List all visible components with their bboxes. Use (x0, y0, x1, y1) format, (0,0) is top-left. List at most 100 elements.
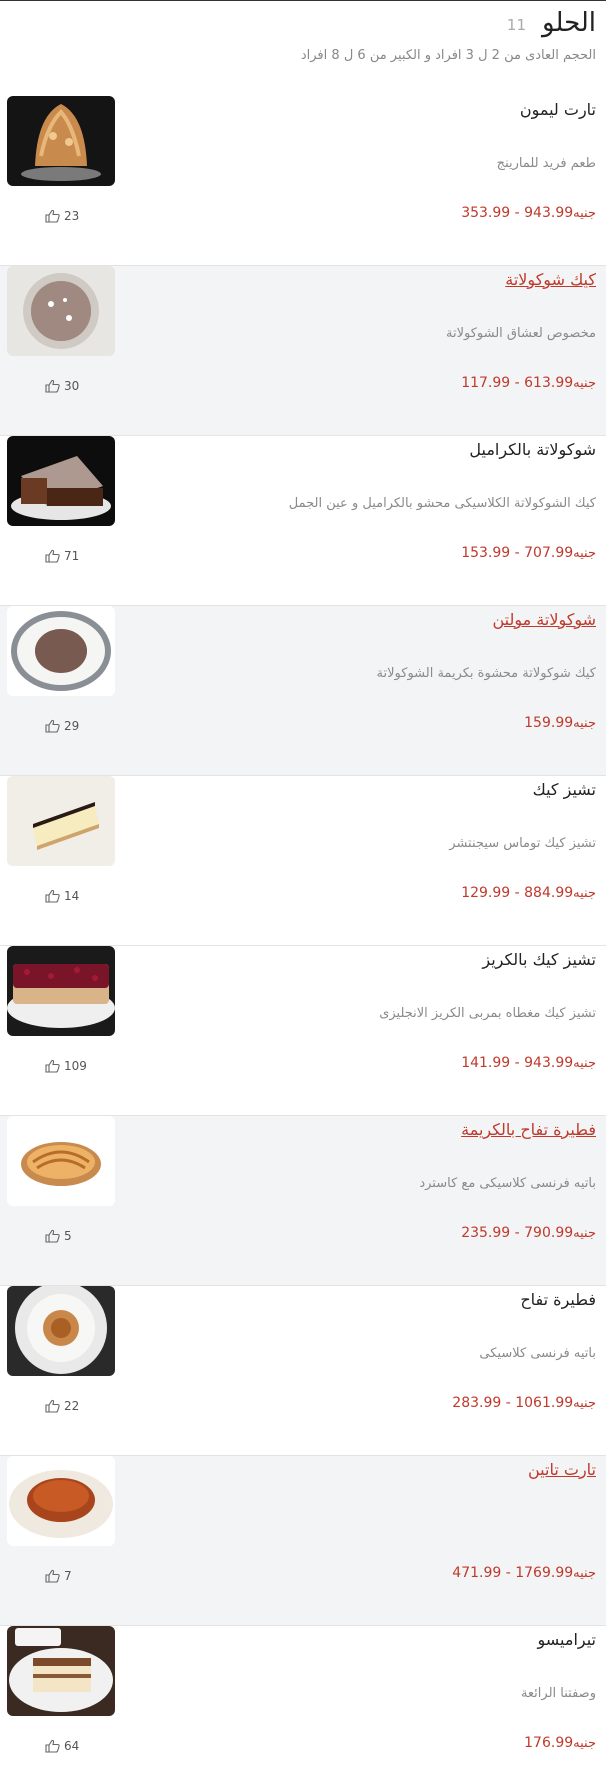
currency-label: جنيه (573, 1736, 596, 1751)
menu-item[interactable]: فطيرة تفاح بالكريمة باتيه فرنسى كلاسيكى م… (0, 1116, 606, 1286)
item-image[interactable] (7, 1286, 115, 1376)
molten-cake-image (7, 606, 115, 696)
thumbs-up-icon (45, 719, 61, 733)
price-range: 153.99 - 707.99 (461, 545, 574, 561)
like-count: 30 (64, 379, 80, 393)
currency-label: جنيه (573, 1566, 596, 1581)
menu-item[interactable]: شوكولاتة بالكراميل كيك الشوكولاتة الكلاسي… (0, 436, 606, 606)
chocolate-cake-image (7, 266, 115, 356)
like-count: 7 (64, 1569, 72, 1583)
price-range: 159.99 (524, 715, 574, 731)
like-count: 71 (64, 549, 80, 563)
like-count: 23 (64, 209, 80, 223)
item-image[interactable] (7, 96, 115, 186)
currency-label: جنيه (573, 716, 596, 731)
currency-label: جنيه (573, 546, 596, 561)
item-name[interactable]: تارت تاتين (528, 1460, 596, 1479)
item-price: 353.99 - 943.99جنيه (461, 205, 596, 221)
section-header: الحلو 11 الحجم العادى من 2 ل 3 افراد و ا… (0, 0, 606, 96)
item-description: باتيه فرنسى كلاسيكى (479, 1346, 596, 1361)
item-price: 153.99 - 707.99جنيه (461, 545, 596, 561)
like-button[interactable]: 109 (45, 1059, 87, 1073)
item-price: 235.99 - 790.99جنيه (461, 1225, 596, 1241)
currency-label: جنيه (573, 1056, 596, 1071)
like-button[interactable]: 22 (45, 1399, 79, 1413)
item-price: 141.99 - 943.99جنيه (461, 1055, 596, 1071)
item-image[interactable] (7, 1456, 115, 1546)
item-description: وصفتنا الرائعة (520, 1686, 596, 1701)
price-range: 176.99 (524, 1735, 574, 1751)
menu-item[interactable]: شوكولاتة مولتن كيك شوكولاتة محشوة بكريمة … (0, 606, 606, 776)
price-range: 471.99 - 1769.99 (452, 1565, 574, 1581)
thumbs-up-icon (45, 889, 61, 903)
like-button[interactable]: 23 (45, 209, 79, 223)
like-count: 64 (64, 1739, 80, 1753)
price-range: 235.99 - 790.99 (461, 1225, 574, 1241)
item-image[interactable] (7, 776, 115, 866)
menu-item-list: تارت ليمون طعم فريد للمارينج 353.99 - 943.… (0, 96, 606, 1767)
like-button[interactable]: 14 (45, 889, 79, 903)
item-image[interactable] (7, 266, 115, 356)
item-name[interactable]: فطيرة تفاح بالكريمة (461, 1120, 596, 1139)
item-name: تشيز كيك بالكريز (482, 950, 596, 969)
item-name: تارت ليمون (519, 100, 596, 119)
like-button[interactable]: 30 (45, 379, 79, 393)
item-image[interactable] (7, 1116, 115, 1206)
item-price: 176.99جنيه (524, 1735, 596, 1751)
thumbs-up-icon (45, 1739, 61, 1753)
cherry-cheesecake-image (7, 946, 115, 1036)
thumbs-up-icon (45, 1059, 61, 1073)
item-description: تشيز كيك مغطاه بمربى الكريز الانجليزى (379, 1006, 596, 1021)
currency-label: جنيه (573, 1396, 596, 1411)
menu-item[interactable]: تشيز كيك تشيز كيك توماس سيجنتشر 129.99 - 8… (0, 776, 606, 946)
thumbs-up-icon (45, 1569, 61, 1583)
tiramisu-image (7, 1626, 115, 1716)
thumbs-up-icon (45, 1399, 61, 1413)
item-description: طعم فريد للمارينج (496, 156, 596, 171)
item-name: تشيز كيك (532, 780, 596, 799)
item-description: كيك الشوكولاتة الكلاسيكى محشو بالكراميل … (288, 496, 596, 511)
item-image[interactable] (7, 946, 115, 1036)
menu-item[interactable]: فطيرة تفاح باتيه فرنسى كلاسيكى 283.99 - 10… (0, 1286, 606, 1456)
caramel-cake-image (7, 436, 115, 526)
item-image[interactable] (7, 1626, 115, 1716)
price-range: 353.99 - 943.99 (461, 205, 574, 221)
like-button[interactable]: 64 (45, 1739, 79, 1753)
price-range: 141.99 - 943.99 (461, 1055, 574, 1071)
item-name[interactable]: كيك شوكولاتة (505, 270, 596, 289)
thumbs-up-icon (45, 379, 61, 393)
section-item-count: 11 (506, 16, 526, 34)
like-button[interactable]: 71 (45, 549, 79, 563)
like-count: 14 (64, 889, 80, 903)
item-name: تيراميسو (537, 1630, 597, 1649)
currency-label: جنيه (573, 886, 596, 901)
like-count: 22 (64, 1399, 80, 1413)
like-count: 29 (64, 719, 80, 733)
price-range: 129.99 - 884.99 (461, 885, 574, 901)
currency-label: جنيه (573, 376, 596, 391)
item-description: مخصوص لعشاق الشوكولاتة (446, 326, 596, 341)
thumbs-up-icon (45, 549, 61, 563)
item-name: شوكولاتة بالكراميل (469, 440, 596, 459)
like-button[interactable]: 5 (45, 1229, 72, 1243)
menu-item[interactable]: كيك شوكولاتة مخصوص لعشاق الشوكولاتة 117.99… (0, 266, 606, 436)
menu-item[interactable]: تارت ليمون طعم فريد للمارينج 353.99 - 943.… (0, 96, 606, 266)
like-count: 109 (64, 1059, 87, 1073)
like-button[interactable]: 7 (45, 1569, 72, 1583)
item-description: تشيز كيك توماس سيجنتشر (449, 836, 596, 851)
section-title: الحلو (542, 8, 596, 38)
item-image[interactable] (7, 606, 115, 696)
menu-item[interactable]: تارت تاتين 471.99 - 1769.99جنيه 7 (0, 1456, 606, 1626)
item-name[interactable]: شوكولاتة مولتن (492, 610, 596, 629)
like-button[interactable]: 29 (45, 719, 79, 733)
thumbs-up-icon (45, 1229, 61, 1243)
item-description: كيك شوكولاتة محشوة بكريمة الشوكولاتة (376, 666, 596, 681)
item-image[interactable] (7, 436, 115, 526)
item-price: 283.99 - 1061.99جنيه (452, 1395, 596, 1411)
menu-item[interactable]: تشيز كيك بالكريز تشيز كيك مغطاه بمربى الك… (0, 946, 606, 1116)
menu-item[interactable]: تيراميسو وصفتنا الرائعة 176.99جنيه 64 (0, 1626, 606, 1767)
item-price: 471.99 - 1769.99جنيه (452, 1565, 596, 1581)
item-price: 129.99 - 884.99جنيه (461, 885, 596, 901)
apple-cream-tart-image (7, 1116, 115, 1206)
thumbs-up-icon (45, 209, 61, 223)
